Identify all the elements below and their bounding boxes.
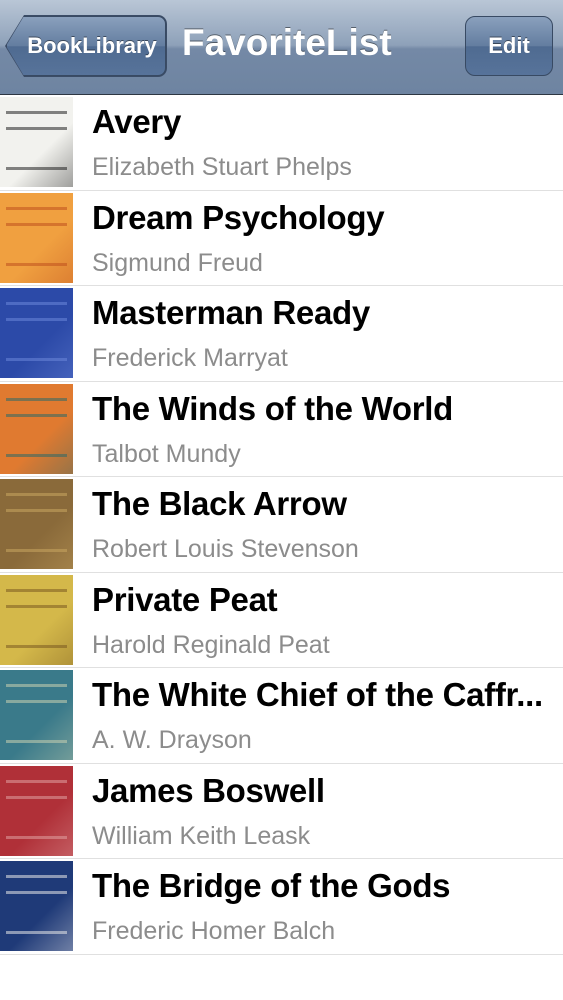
cover-decoration — [6, 779, 67, 783]
book-author: Frederic Homer Balch — [92, 917, 336, 945]
cover-decoration — [6, 262, 67, 266]
cover-decoration — [6, 127, 67, 130]
book-author: Harold Reginald Peat — [92, 630, 330, 659]
book-row[interactable]: Dream Psychology Sigmund Freud — [0, 191, 563, 286]
cover-decoration — [6, 604, 67, 608]
book-cover-image — [0, 383, 73, 474]
book-title: The White Chief of the Caffr... — [92, 676, 543, 713]
book-title: The Black Arrow — [92, 485, 347, 522]
book-cover-image — [0, 670, 73, 760]
cover-decoration — [6, 509, 67, 512]
cover-decoration — [6, 795, 67, 799]
book-author: Frederick Marryat — [92, 344, 288, 372]
book-author: Elizabeth Stuart Phelps — [92, 153, 352, 181]
book-title: Private Peat — [92, 580, 278, 618]
navigation-bar: BookLibrary FavoriteList Edit — [0, 0, 563, 95]
book-title: James Boswell — [92, 771, 325, 809]
book-row[interactable]: Masterman Ready Frederick Marryat — [0, 286, 563, 382]
book-author: Talbot Mundy — [92, 439, 241, 468]
book-cover-image — [0, 192, 73, 283]
book-row[interactable]: The Bridge of the Gods Frederic Homer Ba… — [0, 859, 563, 955]
cover-decoration — [6, 222, 67, 226]
book-row[interactable]: The White Chief of the Caffr... A. W. Dr… — [0, 668, 563, 764]
cover-decoration — [6, 835, 67, 839]
edit-button[interactable]: Edit — [465, 16, 553, 76]
cover-decoration — [6, 358, 67, 361]
book-title: The Winds of the World — [92, 389, 453, 427]
book-row[interactable]: James Boswell William Keith Leask — [0, 764, 563, 859]
cover-decoration — [6, 397, 67, 401]
book-cover-image — [0, 861, 73, 951]
book-row[interactable]: The Black Arrow Robert Louis Stevenson — [0, 477, 563, 573]
cover-decoration — [6, 302, 67, 305]
book-row[interactable]: The Winds of the World Talbot Mundy — [0, 382, 563, 477]
cover-decoration — [6, 413, 67, 417]
book-row[interactable]: Avery Elizabeth Stuart Phelps — [0, 95, 563, 191]
book-cover-image — [0, 97, 73, 187]
book-author: Sigmund Freud — [92, 248, 263, 277]
cover-decoration — [6, 549, 67, 552]
book-cover-image — [0, 574, 73, 665]
cover-decoration — [6, 644, 67, 648]
book-title: The Bridge of the Gods — [92, 867, 451, 904]
book-author: William Keith Leask — [92, 821, 311, 850]
cover-decoration — [6, 206, 67, 210]
book-title: Avery — [92, 103, 182, 140]
book-title: Masterman Ready — [92, 294, 370, 331]
cover-decoration — [6, 453, 67, 457]
cover-decoration — [6, 700, 67, 703]
book-author: A. W. Drayson — [92, 726, 252, 754]
cover-decoration — [6, 111, 67, 114]
cover-decoration — [6, 318, 67, 321]
book-list: Avery Elizabeth Stuart Phelps Dream Psyc… — [0, 95, 563, 955]
cover-decoration — [6, 740, 67, 743]
cover-decoration — [6, 684, 67, 687]
book-author: Robert Louis Stevenson — [92, 535, 359, 563]
cover-decoration — [6, 493, 67, 496]
cover-decoration — [6, 891, 67, 894]
book-cover-image — [0, 765, 73, 856]
book-cover-image — [0, 479, 73, 569]
book-row[interactable]: Private Peat Harold Reginald Peat — [0, 573, 563, 668]
cover-decoration — [6, 588, 67, 592]
book-title: Dream Psychology — [92, 198, 385, 236]
back-button[interactable]: BookLibrary — [6, 16, 166, 76]
book-cover-image — [0, 288, 73, 378]
cover-decoration — [6, 931, 67, 934]
cover-decoration — [6, 875, 67, 878]
page-title: FavoriteList — [182, 22, 392, 63]
cover-decoration — [6, 167, 67, 170]
